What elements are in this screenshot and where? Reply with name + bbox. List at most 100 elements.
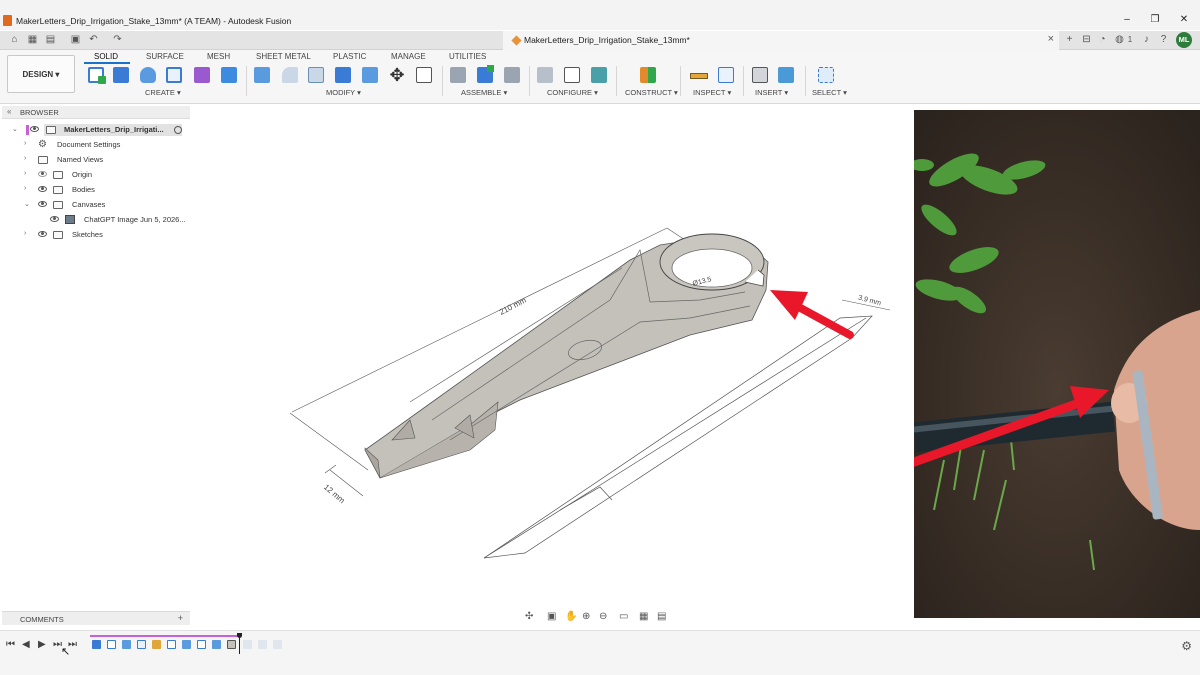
inspect-menu[interactable]: INSPECT ▾ — [693, 88, 731, 97]
press-pull-icon[interactable] — [252, 65, 272, 85]
add-comment-button[interactable]: + — [178, 613, 183, 623]
play-icon[interactable]: ▶ — [38, 639, 46, 650]
document-tab[interactable]: MakerLetters_Drip_Irrigation_Stake_13mm*… — [503, 31, 1059, 50]
timeline-canvas-item[interactable] — [92, 640, 101, 649]
offset-plane-icon[interactable] — [638, 65, 658, 85]
configure-icon[interactable] — [535, 65, 555, 85]
extrude-icon[interactable] — [111, 65, 131, 85]
look-at-icon[interactable]: ▣ — [547, 611, 556, 622]
home-icon[interactable]: ⌂ — [9, 35, 20, 45]
select-menu[interactable]: SELECT ▾ — [812, 88, 847, 97]
help-icon[interactable]: ? — [1158, 35, 1169, 45]
timeline-fillet-item[interactable] — [152, 640, 161, 649]
timeline-sketch-item[interactable] — [107, 640, 116, 649]
timeline-sketch-item[interactable] — [197, 640, 206, 649]
visibility-eye-icon[interactable] — [38, 201, 47, 207]
as-built-joint-icon[interactable] — [502, 65, 522, 85]
box-icon[interactable] — [219, 65, 239, 85]
combine-icon[interactable] — [360, 65, 380, 85]
browser-item-bodies[interactable]: › Bodies — [22, 183, 190, 197]
minimize-button[interactable]: – — [1120, 14, 1134, 25]
user-avatar[interactable]: ML — [1176, 32, 1192, 48]
chevron-right-icon[interactable]: › — [24, 170, 26, 177]
file-icon[interactable]: ▤ — [45, 35, 56, 45]
timeline-suppressed-item[interactable] — [273, 640, 282, 649]
workspace-switcher-button[interactable]: DESIGN ▾ — [7, 55, 75, 93]
tab-plastic[interactable]: PLASTIC — [333, 52, 366, 61]
timeline-extrude-item[interactable] — [212, 640, 221, 649]
browser-item-canvas-image[interactable]: ChatGPT Image Jun 5, 2026... — [34, 213, 190, 227]
canvas-photo[interactable] — [914, 110, 1200, 618]
visibility-eye-icon[interactable] — [38, 231, 47, 237]
canvas-icon[interactable] — [776, 65, 796, 85]
tab-solid[interactable]: SOLID — [94, 52, 118, 61]
close-tab-icon[interactable]: × — [1048, 33, 1054, 45]
timeline-sketch-item[interactable] — [137, 640, 146, 649]
sweep-icon[interactable] — [164, 65, 184, 85]
display-settings-icon[interactable]: ▭ — [619, 611, 628, 622]
chevron-right-icon[interactable]: › — [24, 140, 26, 147]
fillet-icon[interactable] — [280, 65, 300, 85]
move-icon[interactable]: ✥ — [387, 65, 407, 85]
visibility-eye-icon[interactable] — [50, 216, 59, 222]
theme-icon[interactable] — [589, 65, 609, 85]
job-status-icon[interactable]: ◔ — [1097, 35, 1108, 45]
create-sketch-icon[interactable] — [86, 65, 106, 85]
undo-icon[interactable]: ↶ — [88, 35, 99, 45]
activate-radio-icon[interactable] — [174, 126, 182, 134]
timeline-sketch-item[interactable] — [167, 640, 176, 649]
new-component-icon[interactable] — [448, 65, 468, 85]
notifications-icon[interactable]: ◍ — [1114, 35, 1125, 45]
timeline-marker[interactable] — [237, 633, 242, 638]
chamfer-icon[interactable] — [306, 65, 326, 85]
shell-icon[interactable] — [333, 65, 353, 85]
interference-icon[interactable] — [716, 65, 736, 85]
bell-icon[interactable]: ♪ — [1141, 35, 1152, 45]
construct-menu[interactable]: CONSTRUCT ▾ — [625, 88, 678, 97]
browser-root[interactable]: ⌄ MakerLetters_Drip_Irrigati... — [10, 123, 190, 137]
close-window-button[interactable]: ✕ — [1177, 14, 1191, 25]
parameters-icon[interactable] — [414, 65, 434, 85]
revolve-icon[interactable] — [138, 65, 158, 85]
chevron-right-icon[interactable]: › — [24, 155, 26, 162]
viewports-icon[interactable]: ▤ — [657, 611, 666, 622]
extensions-icon[interactable]: ⊟ — [1081, 35, 1092, 45]
zoom-icon[interactable]: ⊕ — [582, 611, 590, 622]
collapse-panel-icon[interactable]: « — [7, 107, 11, 116]
tab-surface[interactable]: SURFACE — [146, 52, 184, 61]
timeline-settings-gear-icon[interactable]: ⚙ — [1181, 639, 1192, 653]
insert-derive-icon[interactable] — [750, 65, 770, 85]
grid-menu-icon[interactable]: ▦ — [27, 35, 38, 45]
assemble-menu[interactable]: ASSEMBLE ▾ — [461, 88, 507, 97]
modify-menu[interactable]: MODIFY ▾ — [326, 88, 361, 97]
hidden-eye-icon[interactable] — [38, 171, 47, 177]
stake-solid-body[interactable] — [364, 233, 769, 479]
browser-item-document-settings[interactable]: › ⚙ Document Settings — [22, 138, 190, 152]
tab-sheet-metal[interactable]: SHEET METAL — [256, 52, 311, 61]
chevron-down-icon[interactable]: ⌄ — [24, 200, 30, 208]
comments-panel[interactable]: COMMENTS + — [2, 611, 190, 625]
browser-item-sketches[interactable]: › Sketches — [22, 228, 190, 242]
chevron-right-icon[interactable]: › — [24, 230, 26, 237]
visibility-eye-icon[interactable] — [38, 186, 47, 192]
timeline-body-item[interactable] — [227, 640, 236, 649]
tab-utilities[interactable]: UTILITIES — [449, 52, 486, 61]
timeline-suppressed-item[interactable] — [258, 640, 267, 649]
timeline-extrude-item[interactable] — [182, 640, 191, 649]
timeline-extrude-item[interactable] — [122, 640, 131, 649]
grid-settings-icon[interactable]: ▦ — [639, 611, 648, 622]
browser-panel-header[interactable]: « BROWSER — [2, 106, 190, 119]
measure-icon[interactable] — [689, 65, 709, 85]
chevron-down-icon[interactable]: ⌄ — [12, 125, 18, 133]
new-tab-icon[interactable]: + — [1064, 35, 1075, 45]
canvas-viewport[interactable]: 210 mm 12 mm Ø13.5 3.9 mm — [190, 105, 914, 610]
save-icon[interactable]: ▣ — [70, 35, 81, 45]
fit-icon[interactable]: ⊖ — [599, 611, 607, 622]
browser-item-origin[interactable]: › Origin — [22, 168, 190, 182]
orbit-icon[interactable]: ✣ — [525, 611, 533, 622]
chevron-right-icon[interactable]: › — [24, 185, 26, 192]
tab-mesh[interactable]: MESH — [207, 52, 230, 61]
browser-item-canvases[interactable]: ⌄ Canvases — [22, 198, 190, 212]
tab-manage[interactable]: MANAGE — [391, 52, 426, 61]
browser-item-named-views[interactable]: › Named Views — [22, 153, 190, 167]
